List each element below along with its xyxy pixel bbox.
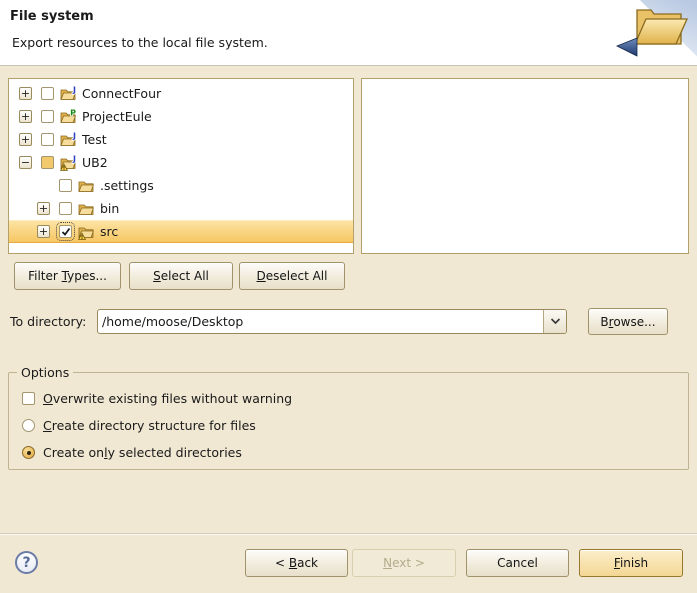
page-title: File system	[10, 9, 94, 24]
tree-checkbox-unchecked[interactable]	[59, 202, 72, 215]
tree-item-label: Test	[82, 132, 107, 147]
tree-item-projecteule[interactable]: + P ProjectEule	[9, 105, 353, 128]
expand-icon[interactable]: +	[19, 133, 32, 146]
java-project-folder-icon: J	[60, 132, 76, 148]
tree-item-label: UB2	[82, 155, 108, 170]
svg-text:J: J	[72, 132, 76, 140]
options-group: Options Overwrite existing files without…	[8, 365, 689, 470]
radio-selected-icon[interactable]	[22, 446, 35, 459]
svg-text:P: P	[70, 109, 76, 117]
file-list-panel[interactable]	[361, 78, 689, 254]
svg-text:J: J	[72, 86, 76, 94]
folder-warning-icon	[78, 224, 94, 240]
cancel-button[interactable]: Cancel	[466, 549, 569, 577]
select-all-button[interactable]: Select All	[129, 262, 233, 290]
back-button[interactable]: < Back	[245, 549, 348, 577]
checkbox-unchecked-icon[interactable]	[22, 392, 35, 405]
java-project-folder-icon: J	[60, 86, 76, 102]
tree-item-test[interactable]: + J Test	[9, 128, 353, 151]
option-create-structure[interactable]: Create directory structure for files	[22, 412, 688, 439]
export-wizard-dialog: File system Export resources to the loca…	[0, 0, 697, 593]
tree-checkbox-grayed[interactable]	[41, 156, 54, 169]
tree-checkbox-unchecked[interactable]	[59, 179, 72, 192]
option-create-structure-label: Create directory structure for files	[43, 418, 256, 433]
radio-unselected-icon[interactable]	[22, 419, 35, 432]
tree-item-bin[interactable]: + bin	[9, 197, 353, 220]
option-overwrite[interactable]: Overwrite existing files without warning	[22, 385, 688, 412]
tree-item-label: ProjectEule	[82, 109, 152, 124]
project-folder-icon: P	[60, 109, 76, 125]
deselect-all-button[interactable]: Deselect All	[239, 262, 345, 290]
resource-tree[interactable]: + J ConnectFour+ P ProjectEule+ J Test− …	[8, 78, 354, 254]
directory-input[interactable]	[98, 310, 543, 333]
option-overwrite-label: Overwrite existing files without warning	[43, 391, 292, 406]
folder-icon	[78, 178, 94, 194]
svg-text:J: J	[72, 155, 76, 163]
option-create-selected[interactable]: Create only selected directories	[22, 439, 688, 466]
tree-item-settings[interactable]: .settings	[9, 174, 353, 197]
tree-checkbox-unchecked[interactable]	[41, 87, 54, 100]
wizard-header: File system Export resources to the loca…	[0, 0, 697, 66]
folder-icon	[78, 201, 94, 217]
to-directory-label: To directory:	[10, 309, 86, 334]
tree-item-label: .settings	[100, 178, 154, 193]
filter-types-button[interactable]: Filter Types...	[14, 262, 121, 290]
java-project-folder-warning-icon: J	[60, 155, 76, 171]
collapse-icon[interactable]: −	[19, 156, 32, 169]
tree-item-label: src	[100, 224, 118, 239]
tree-item-label: bin	[100, 201, 119, 216]
options-legend: Options	[17, 365, 73, 380]
expand-icon[interactable]: +	[37, 225, 50, 238]
expand-icon[interactable]: +	[19, 110, 32, 123]
combo-dropdown-button[interactable]	[543, 310, 566, 333]
expand-icon[interactable]: +	[37, 202, 50, 215]
export-folder-icon	[610, 3, 690, 61]
tree-checkbox-unchecked[interactable]	[41, 133, 54, 146]
tree-checkbox-checked[interactable]	[59, 225, 72, 238]
directory-combo[interactable]	[97, 309, 567, 334]
tree-checkbox-unchecked[interactable]	[41, 110, 54, 123]
page-subtitle: Export resources to the local file syste…	[12, 35, 268, 50]
help-button[interactable]: ?	[15, 551, 38, 574]
tree-item-ub2[interactable]: − J UB2	[9, 151, 353, 174]
option-create-selected-label: Create only selected directories	[43, 445, 242, 460]
chevron-down-icon	[550, 318, 561, 325]
browse-button[interactable]: Browse...	[588, 308, 668, 335]
tree-item-src[interactable]: + src	[9, 220, 353, 243]
finish-button[interactable]: Finish	[579, 549, 683, 577]
footer-separator	[0, 533, 697, 535]
tree-item-connectfour[interactable]: + J ConnectFour	[9, 82, 353, 105]
expand-icon[interactable]: +	[19, 87, 32, 100]
next-button[interactable]: Next >	[352, 549, 456, 577]
tree-item-label: ConnectFour	[82, 86, 161, 101]
